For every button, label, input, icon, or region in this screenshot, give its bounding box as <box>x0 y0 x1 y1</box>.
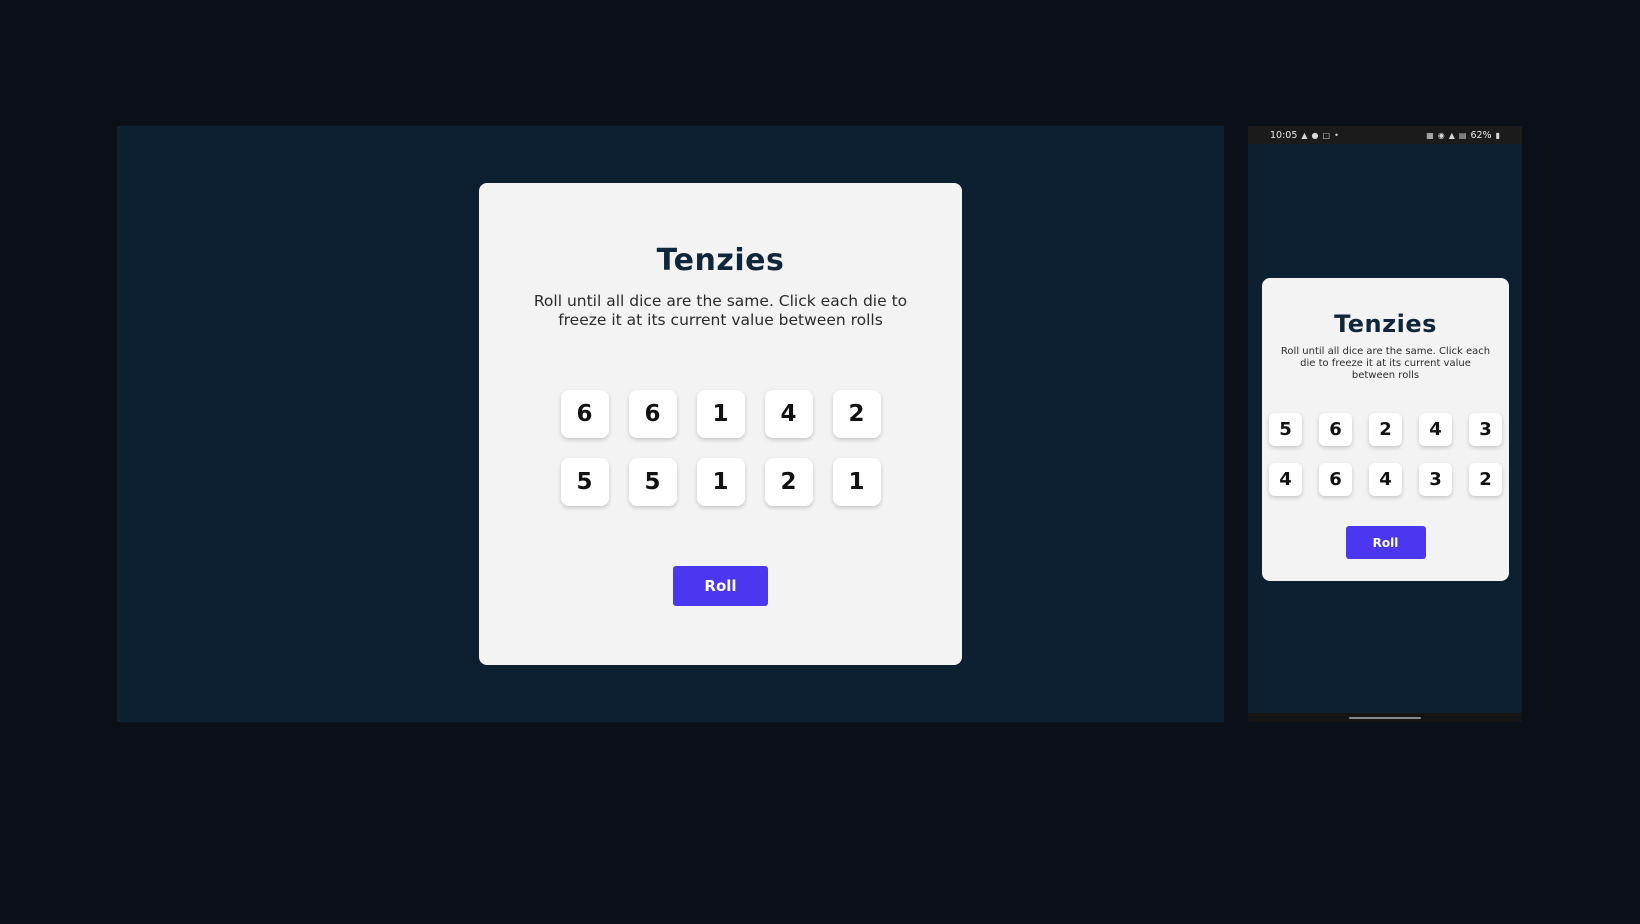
mobile-die-2[interactable]: 6 <box>1319 413 1352 446</box>
die-9[interactable]: 2 <box>764 458 813 506</box>
mobile-dice-grid: 5 6 2 4 3 4 6 4 3 2 <box>1269 413 1502 496</box>
die-3[interactable]: 1 <box>696 390 745 438</box>
wifi-icon: ▲ <box>1448 130 1455 140</box>
mobile-die-1[interactable]: 5 <box>1269 413 1302 446</box>
die-10[interactable]: 1 <box>832 458 881 506</box>
game-card: Tenzies Roll until all dice are the same… <box>479 183 962 665</box>
status-time: 10:05 <box>1270 129 1298 141</box>
mobile-preview: 10:05 ▲ ● □ • ▦ ◉ ▲ ▤ 62% ▮ Tenzies Roll… <box>1248 126 1522 722</box>
mobile-die-6[interactable]: 4 <box>1269 463 1302 496</box>
status-right: ▦ ◉ ▲ ▤ 62% ▮ <box>1426 130 1500 141</box>
instagram-icon: □ <box>1322 130 1331 140</box>
mobile-game-instructions: Roll until all dice are the same. Click … <box>1280 346 1491 381</box>
die-2[interactable]: 6 <box>628 390 677 438</box>
mobile-die-10[interactable]: 2 <box>1469 463 1502 496</box>
status-left: 10:05 ▲ ● □ • <box>1270 130 1339 141</box>
alarm-clock-icon: ◉ <box>1437 130 1445 140</box>
die-8[interactable]: 1 <box>696 458 745 506</box>
battery-icon: ▮ <box>1495 130 1500 140</box>
desktop-preview: Tenzies Roll until all dice are the same… <box>117 126 1224 722</box>
signal-icon: ▤ <box>1458 130 1467 140</box>
notification-icon: ▲ <box>1301 130 1308 140</box>
battery-level: 62% <box>1470 129 1492 141</box>
vibrate-icon: ▦ <box>1426 130 1434 140</box>
die-4[interactable]: 4 <box>764 390 813 438</box>
die-7[interactable]: 5 <box>628 458 677 506</box>
mobile-die-3[interactable]: 2 <box>1369 413 1402 446</box>
mobile-die-5[interactable]: 3 <box>1469 413 1502 446</box>
roll-button[interactable]: Roll <box>673 566 768 606</box>
dice-grid: 6 6 1 4 2 5 5 1 2 1 <box>560 390 881 506</box>
home-indicator[interactable] <box>1349 716 1421 719</box>
mobile-die-8[interactable]: 4 <box>1369 463 1402 496</box>
mobile-roll-button[interactable]: Roll <box>1345 526 1426 559</box>
game-instructions: Roll until all dice are the same. Click … <box>533 292 908 329</box>
die-6[interactable]: 5 <box>560 458 609 506</box>
mobile-game-card: Tenzies Roll until all dice are the same… <box>1262 278 1509 581</box>
mobile-die-4[interactable]: 4 <box>1419 413 1452 446</box>
status-bar: 10:05 ▲ ● □ • ▦ ◉ ▲ ▤ 62% ▮ <box>1248 126 1522 144</box>
alarm-icon: ● <box>1311 130 1319 140</box>
gesture-nav-bar <box>1248 713 1522 722</box>
mobile-die-9[interactable]: 3 <box>1419 463 1452 496</box>
die-5[interactable]: 2 <box>832 390 881 438</box>
mobile-game-title: Tenzies <box>1334 310 1437 338</box>
game-title: Tenzies <box>656 243 785 278</box>
more-notifications-icon: • <box>1334 130 1339 140</box>
mobile-die-7[interactable]: 6 <box>1319 463 1352 496</box>
die-1[interactable]: 6 <box>560 390 609 438</box>
